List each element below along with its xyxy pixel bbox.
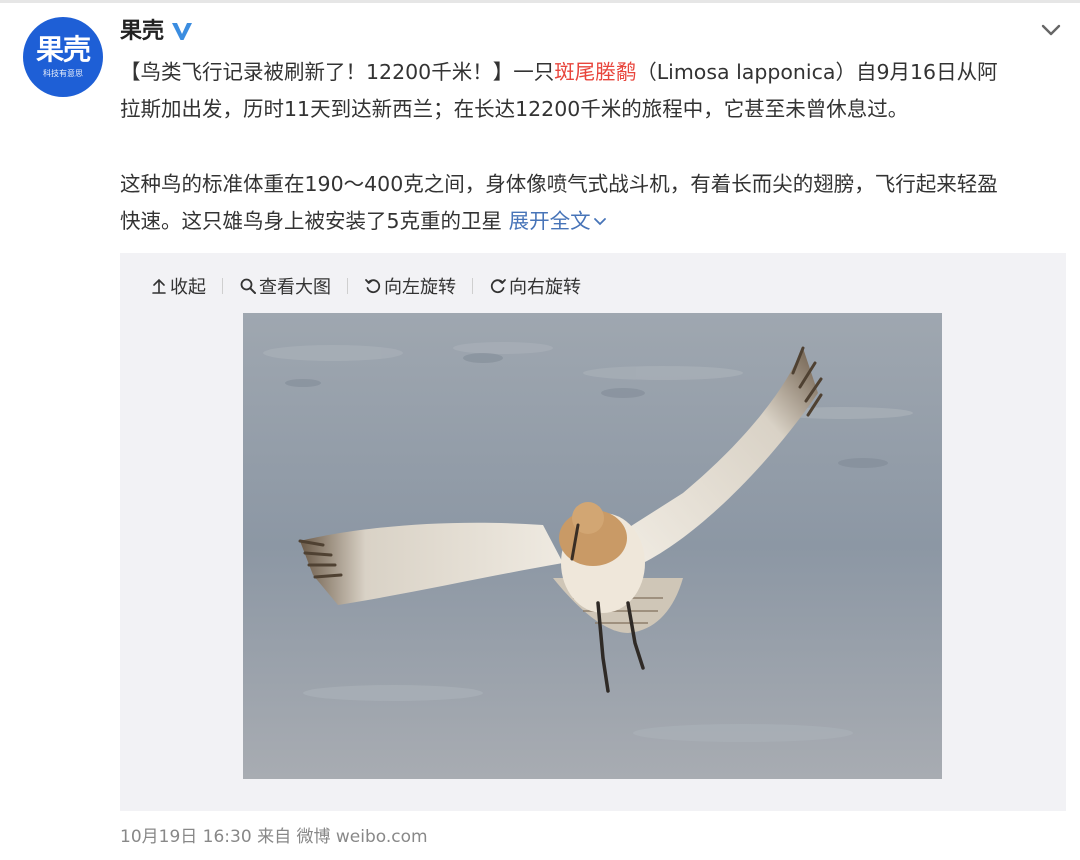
chevron-down-icon[interactable] (1040, 22, 1062, 38)
rotate-right-icon (490, 279, 506, 294)
rotate-left-label: 向左旋转 (384, 277, 456, 298)
post-text: 快速。这只雄鸟身上被安装了5克重的卫星 (120, 209, 503, 233)
top-divider (0, 0, 1080, 3)
chevron-down-icon (593, 218, 606, 226)
collapse-button[interactable]: 收起 (150, 273, 206, 299)
rotate-left-button[interactable]: 向左旋转 (364, 273, 456, 299)
post-paragraph-1: 【鸟类飞行记录被刷新了！12200千米！】一只斑尾塍鹬（Limosa lappo… (120, 54, 1070, 128)
expand-label: 展开全文 (508, 209, 591, 233)
avatar[interactable]: 果壳 科技有意思 (23, 17, 103, 97)
bird-image (243, 313, 942, 779)
highlight-keyword-link[interactable]: 斑尾塍鹬 (554, 60, 636, 84)
view-large-button[interactable]: 查看大图 (239, 273, 331, 299)
toolbar-divider (472, 278, 473, 294)
collapse-label: 收起 (170, 277, 206, 298)
media-toolbar: 收起 查看大图 向左旋转 向右旋转 (150, 273, 581, 299)
avatar-logo-text: 果壳 (35, 33, 91, 66)
media-panel: 收起 查看大图 向左旋转 向右旋转 (120, 253, 1066, 811)
verified-v-icon (172, 23, 192, 40)
rotate-right-button[interactable]: 向右旋转 (489, 273, 581, 299)
post-text: （Limosa lapponica）自9月16日从阿 (636, 60, 998, 84)
post-paragraph-2: 这种鸟的标准体重在190～400克之间，身体像喷气式战斗机，有着长而尖的翅膀，飞… (120, 166, 1070, 240)
post-time[interactable]: 10月19日 16:30 (120, 827, 252, 847)
author-name[interactable]: 果壳 (120, 17, 164, 47)
bird-photo[interactable] (243, 313, 942, 779)
post-text: 拉斯加出发，历时11天到达新西兰；在长达12200千米的旅程中，它甚至未曾休息过… (120, 97, 909, 121)
rotate-left-icon (365, 279, 381, 294)
avatar-logo-subtext: 科技有意思 (43, 69, 83, 78)
toolbar-divider (347, 278, 348, 294)
post-text: 这种鸟的标准体重在190～400克之间，身体像喷气式战斗机，有着长而尖的翅膀，飞… (120, 172, 998, 196)
post-text: 【鸟类飞行记录被刷新了！12200千米！】一只 (120, 60, 555, 84)
expand-full-text-link[interactable]: 展开全文 (509, 209, 607, 233)
post-meta: 10月19日 16:30 来自 微博 weibo.com (120, 825, 428, 849)
rotate-right-label: 向右旋转 (509, 277, 581, 298)
search-icon (240, 278, 256, 294)
view-large-label: 查看大图 (259, 277, 331, 298)
post-source: 来自 微博 weibo.com (257, 827, 428, 847)
toolbar-divider (222, 278, 223, 294)
collapse-up-icon (152, 278, 166, 294)
